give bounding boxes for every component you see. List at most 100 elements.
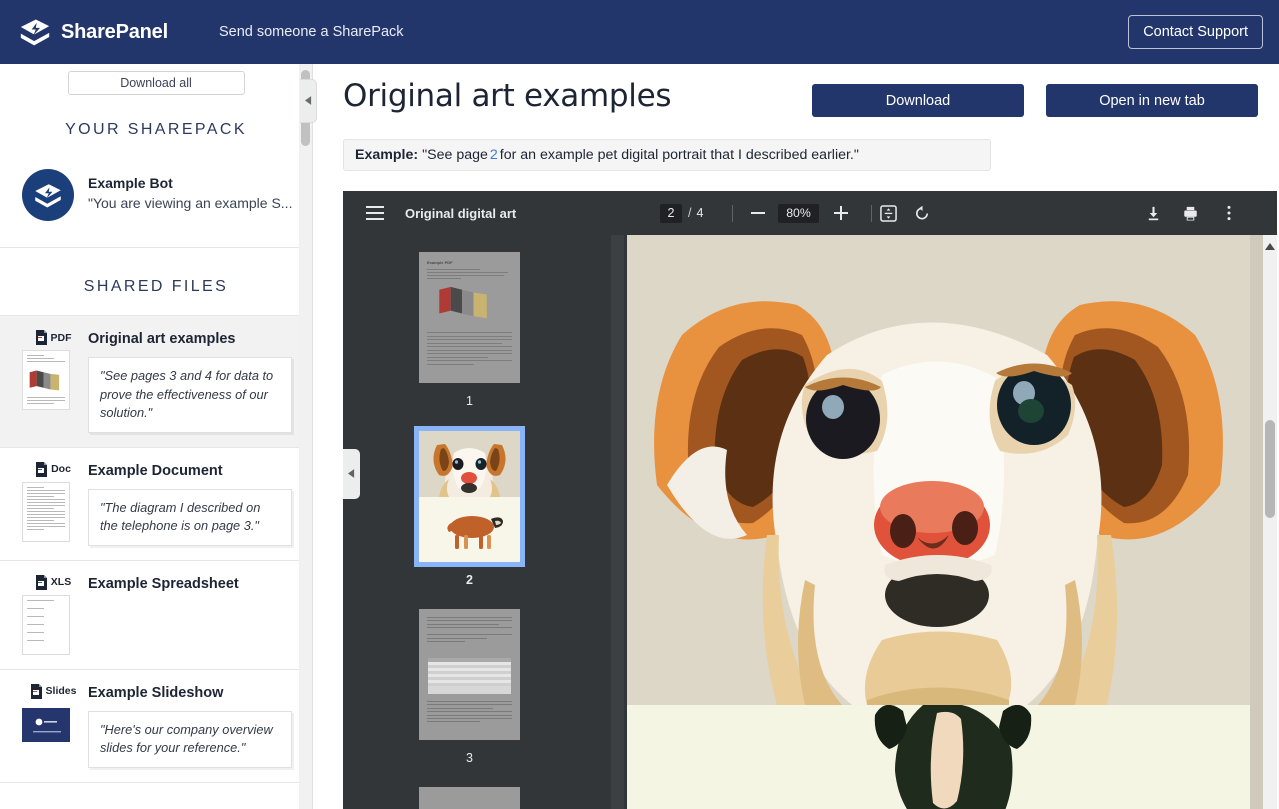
bot-message: "You are viewing an example S... [88,195,293,211]
brand-logo-group[interactable]: SharePanel [18,17,168,47]
file-type-badge: XLS [22,574,84,590]
file-quote: "The diagram I described on the telephon… [88,488,292,546]
download-icon[interactable] [1142,202,1164,224]
download-all-button[interactable]: Download all [67,71,245,95]
file-type-label: PDF [50,331,72,344]
toolbar-divider-2 [871,204,872,222]
example-prefix: Example: [355,147,419,163]
example-text-after: for an example pet digital portrait that… [499,147,859,163]
bot-text-block: Example Bot "You are viewing an example … [88,169,292,211]
zoom-out-icon[interactable] [747,202,769,224]
file-title: Example Slideshow [88,684,224,701]
total-pages: 4 [696,206,704,220]
contact-support-button[interactable]: Contact Support [1128,15,1263,49]
top-navigation-bar: SharePanel Send someone a SharePack Cont… [0,0,1279,64]
scroll-up-arrow-icon[interactable] [1265,239,1275,250]
sharepanel-logo-icon [18,17,52,47]
pdf-thumbnail-3[interactable]: 3 [419,609,520,765]
more-vertical-icon[interactable] [1218,202,1240,224]
file-body: Example Spreadsheet [84,575,298,592]
thumbnail-page-image [414,426,525,567]
tagline-text: Send someone a SharePack [218,24,404,40]
example-text-before: "See page [422,147,488,163]
file-body: Example Document "The diagram I describe… [84,462,298,546]
file-icon-column: PDF [22,330,84,410]
doc-file-icon [35,461,48,477]
pdf-page-canvas[interactable] [627,235,1263,809]
sharepack-heading: YOUR SHAREPACK [65,121,247,138]
fit-to-page-icon[interactable] [877,202,899,224]
pdf-thumbnail-1[interactable]: Example PDF 1 [419,252,520,408]
dog-second-artwork [627,702,1250,809]
pdf-thumbnail-2[interactable]: 2 [414,426,525,587]
thumb-lines [27,355,65,364]
file-preview-thumbnail [22,350,70,410]
shared-files-heading: SHARED FILES [0,248,312,316]
pdf-thumbnail-4[interactable]: 4 [419,787,520,809]
pdf-file-icon [35,330,48,345]
thumbnail-caption: 2 [466,573,473,587]
thumbnail-scrollbar-track[interactable] [611,235,890,809]
sidebar-scrollbar-track[interactable] [299,64,312,809]
file-type-badge: Slides [22,683,84,699]
file-preview-thumbnail [22,481,70,542]
file-quote: "Here's our company overview slides for … [88,710,292,768]
toolbar-divider [732,204,733,222]
dog-portrait-artwork [627,235,1250,705]
file-type-badge: Doc [22,461,84,477]
pdf-thumbnail-panel: Example PDF 1 2 3 [343,235,611,809]
page-separator: / [688,206,692,220]
file-title: Original art examples [88,331,236,347]
thumbnail-page-image [419,609,520,740]
file-title: Example Spreadsheet [88,575,239,592]
chevron-left-icon [348,465,355,483]
download-all-row: Download all [0,64,312,95]
rotate-clockwise-icon[interactable] [911,202,933,224]
pdf-sidebar-toggle[interactable] [343,449,360,499]
bot-name: Example Bot [88,175,173,191]
file-row-example-slideshow[interactable]: Slides Example Slideshow "Here's our com… [0,670,312,783]
sidebar-collapse-toggle[interactable] [300,79,317,123]
pdf-toolbar: Original digital art 2 / 4 80% [343,191,1277,235]
thumbnail-page-image [419,787,520,809]
file-type-label: Slides [45,685,77,698]
left-sidebar: Download all YOUR SHAREPACK Example Bot … [0,64,313,809]
example-message-bar: Example: "See page 2 for an example pet … [343,139,991,171]
document-scrollbar-thumb[interactable] [1265,420,1275,518]
thumbnail-page-image: Example PDF [419,252,520,383]
file-row-example-spreadsheet[interactable]: XLS Example Spreadsheet [0,561,312,670]
file-row-example-document[interactable]: Doc Example Document "The diagram I desc… [0,448,312,561]
file-body: Example Slideshow "Here's our company ov… [84,684,298,768]
zoom-in-icon[interactable] [830,202,852,224]
hamburger-menu-icon[interactable] [366,206,384,220]
main-content-area: Original art examples Download Open in n… [314,64,1279,809]
document-scrollbar-track[interactable] [1263,235,1277,809]
current-page-input[interactable]: 2 [660,203,682,223]
file-quote: "See pages 3 and 4 for data to prove the… [88,357,292,433]
open-in-new-tab-button[interactable]: Open in new tab [1046,84,1258,117]
example-page-link[interactable]: 2 [490,147,498,163]
file-row-original-art-examples[interactable]: PDF Original art examples "See pages 3 a… [0,316,312,448]
pdf-document-title: Original digital art [405,205,517,221]
file-icon-column: XLS [22,574,84,655]
main-header: Original art examples Download Open in n… [314,64,1279,130]
zoom-level-input[interactable]: 80% [778,203,819,223]
slides-file-icon [30,683,43,699]
thumb-lines [27,486,65,532]
page-indicator-group: 2 / 4 [660,203,704,223]
your-sharepack-section: YOUR SHAREPACK Example Bot "You are view… [0,95,312,248]
print-icon[interactable] [1179,202,1201,224]
chevron-left-icon [304,92,312,110]
file-title: Example Document [88,462,223,479]
file-body: Original art examples "See pages 3 and 4… [84,330,298,433]
xls-file-icon [35,574,48,590]
file-icon-column: Doc [22,461,84,542]
brand-name: SharePanel [61,20,168,43]
bot-message-row[interactable]: Example Bot "You are viewing an example … [0,159,312,247]
download-button[interactable]: Download [812,84,1024,117]
file-type-badge: PDF [22,330,84,345]
pdf-page-2 [627,235,1250,809]
pdf-viewer: Original digital art 2 / 4 80% Example P… [343,191,1277,809]
sharepanel-bot-avatar-icon [22,169,74,221]
file-type-label: Doc [51,463,71,476]
